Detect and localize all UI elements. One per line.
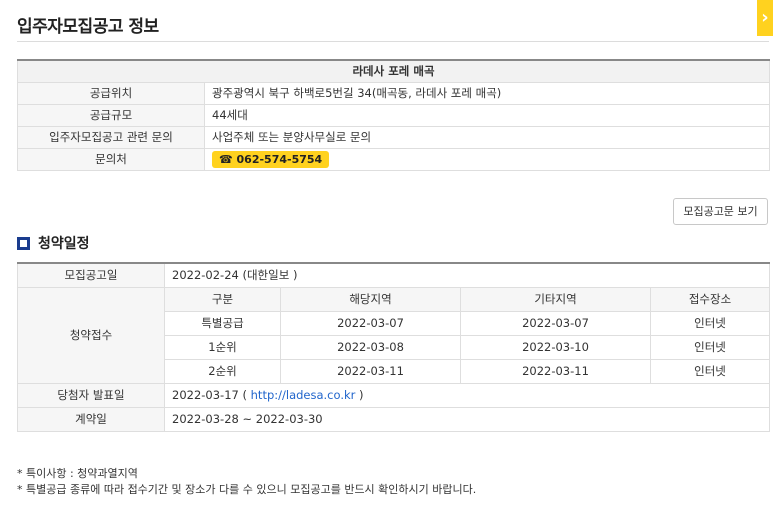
table-row: 당첨자 발표일 2022-03-17 ( http://ladesa.co.kr… bbox=[17, 382, 770, 408]
column-header: 구분 bbox=[164, 286, 281, 312]
winner-date: 2022-03-17 ( bbox=[172, 388, 247, 402]
supply-info-table: 라데사 포레 매곡 공급위치 광주광역시 북구 하백로5번길 34(매곡동, 라… bbox=[16, 59, 771, 171]
inquiry-label: 입주자모집공고 관련 문의 bbox=[17, 125, 205, 149]
schedule-section-header: 청약일정 bbox=[17, 233, 90, 253]
table-row: 입주자모집공고 관련 문의 사업주체 또는 분양사무실로 문의 bbox=[17, 125, 771, 149]
table-row: 라데사 포레 매곡 bbox=[16, 59, 771, 83]
contract-date-label: 계약일 bbox=[17, 406, 165, 432]
contact-label: 문의처 bbox=[17, 147, 205, 171]
winner-link[interactable]: http://ladesa.co.kr bbox=[251, 388, 356, 402]
apply-type: 특별공급 bbox=[164, 310, 281, 336]
column-header: 접수장소 bbox=[650, 286, 770, 312]
notes: * 특이사항 : 청약과열지역 * 특별공급 종류에 따라 접수기간 및 장소가… bbox=[17, 466, 476, 498]
table-row: 공급규모 44세대 bbox=[17, 103, 771, 127]
page-title: 입주자모집공고 정보 bbox=[17, 17, 159, 37]
view-notice-button[interactable]: 모집공고문 보기 bbox=[673, 198, 768, 225]
apply-type: 2순위 bbox=[164, 358, 281, 384]
section-title: 청약일정 bbox=[38, 236, 90, 252]
local-date: 2022-03-08 bbox=[280, 334, 461, 360]
apply-place: 인터넷 bbox=[650, 358, 770, 384]
table-row: 공급위치 광주광역시 북구 하백로5번길 34(매곡동, 라데사 포레 매곡) bbox=[17, 81, 771, 105]
column-header: 기타지역 bbox=[460, 286, 651, 312]
announce-date-value: 2022-02-24 (대한일보 ) bbox=[164, 262, 770, 288]
supply-scale-label: 공급규모 bbox=[17, 103, 205, 127]
special-note: * 특이사항 : 청약과열지역 bbox=[17, 467, 138, 480]
local-date: 2022-03-07 bbox=[280, 310, 461, 336]
inquiry-value: 사업주체 또는 분양사무실로 문의 bbox=[203, 125, 771, 149]
apply-place: 인터넷 bbox=[650, 310, 770, 336]
table-row: 청약접수 구분 해당지역 기타지역 접수장소 bbox=[17, 286, 770, 384]
apply-type: 1순위 bbox=[164, 334, 281, 360]
phone-number-badge[interactable]: ☎ 062-574-5754 bbox=[212, 150, 330, 168]
apply-place: 인터넷 bbox=[650, 334, 770, 360]
local-date: 2022-03-11 bbox=[280, 358, 461, 384]
table-row: 계약일 2022-03-28 ~ 2022-03-30 bbox=[17, 406, 770, 432]
apply-period-note: * 특별공급 종류에 따라 접수기간 및 장소가 다를 수 있으니 모집공고를 … bbox=[17, 483, 477, 496]
other-date: 2022-03-11 bbox=[460, 358, 651, 384]
winner-tail: ) bbox=[359, 388, 364, 402]
title-divider bbox=[17, 41, 769, 42]
supply-location-value: 광주광역시 북구 하백로5번길 34(매곡동, 라데사 포레 매곡) bbox=[203, 81, 771, 105]
column-header: 해당지역 bbox=[280, 286, 461, 312]
other-date: 2022-03-10 bbox=[460, 334, 651, 360]
square-bullet-icon bbox=[17, 236, 30, 250]
table-row: 모집공고일 2022-02-24 (대한일보 ) bbox=[17, 262, 770, 288]
schedule-table: 모집공고일 2022-02-24 (대한일보 ) 청약접수 구분 해당지역 기타… bbox=[17, 262, 770, 432]
supply-scale-value: 44세대 bbox=[203, 103, 771, 127]
table-row: 문의처 ☎ 062-574-5754 bbox=[17, 147, 771, 171]
announce-date-label: 모집공고일 bbox=[17, 262, 165, 288]
complex-name: 라데사 포레 매곡 bbox=[16, 59, 771, 83]
contract-date-value: 2022-03-28 ~ 2022-03-30 bbox=[164, 406, 770, 432]
supply-location-label: 공급위치 bbox=[17, 81, 205, 105]
application-label: 청약접수 bbox=[17, 286, 165, 384]
other-date: 2022-03-07 bbox=[460, 310, 651, 336]
close-icon[interactable]: › bbox=[757, 0, 773, 36]
winner-date-label: 당첨자 발표일 bbox=[17, 382, 165, 408]
